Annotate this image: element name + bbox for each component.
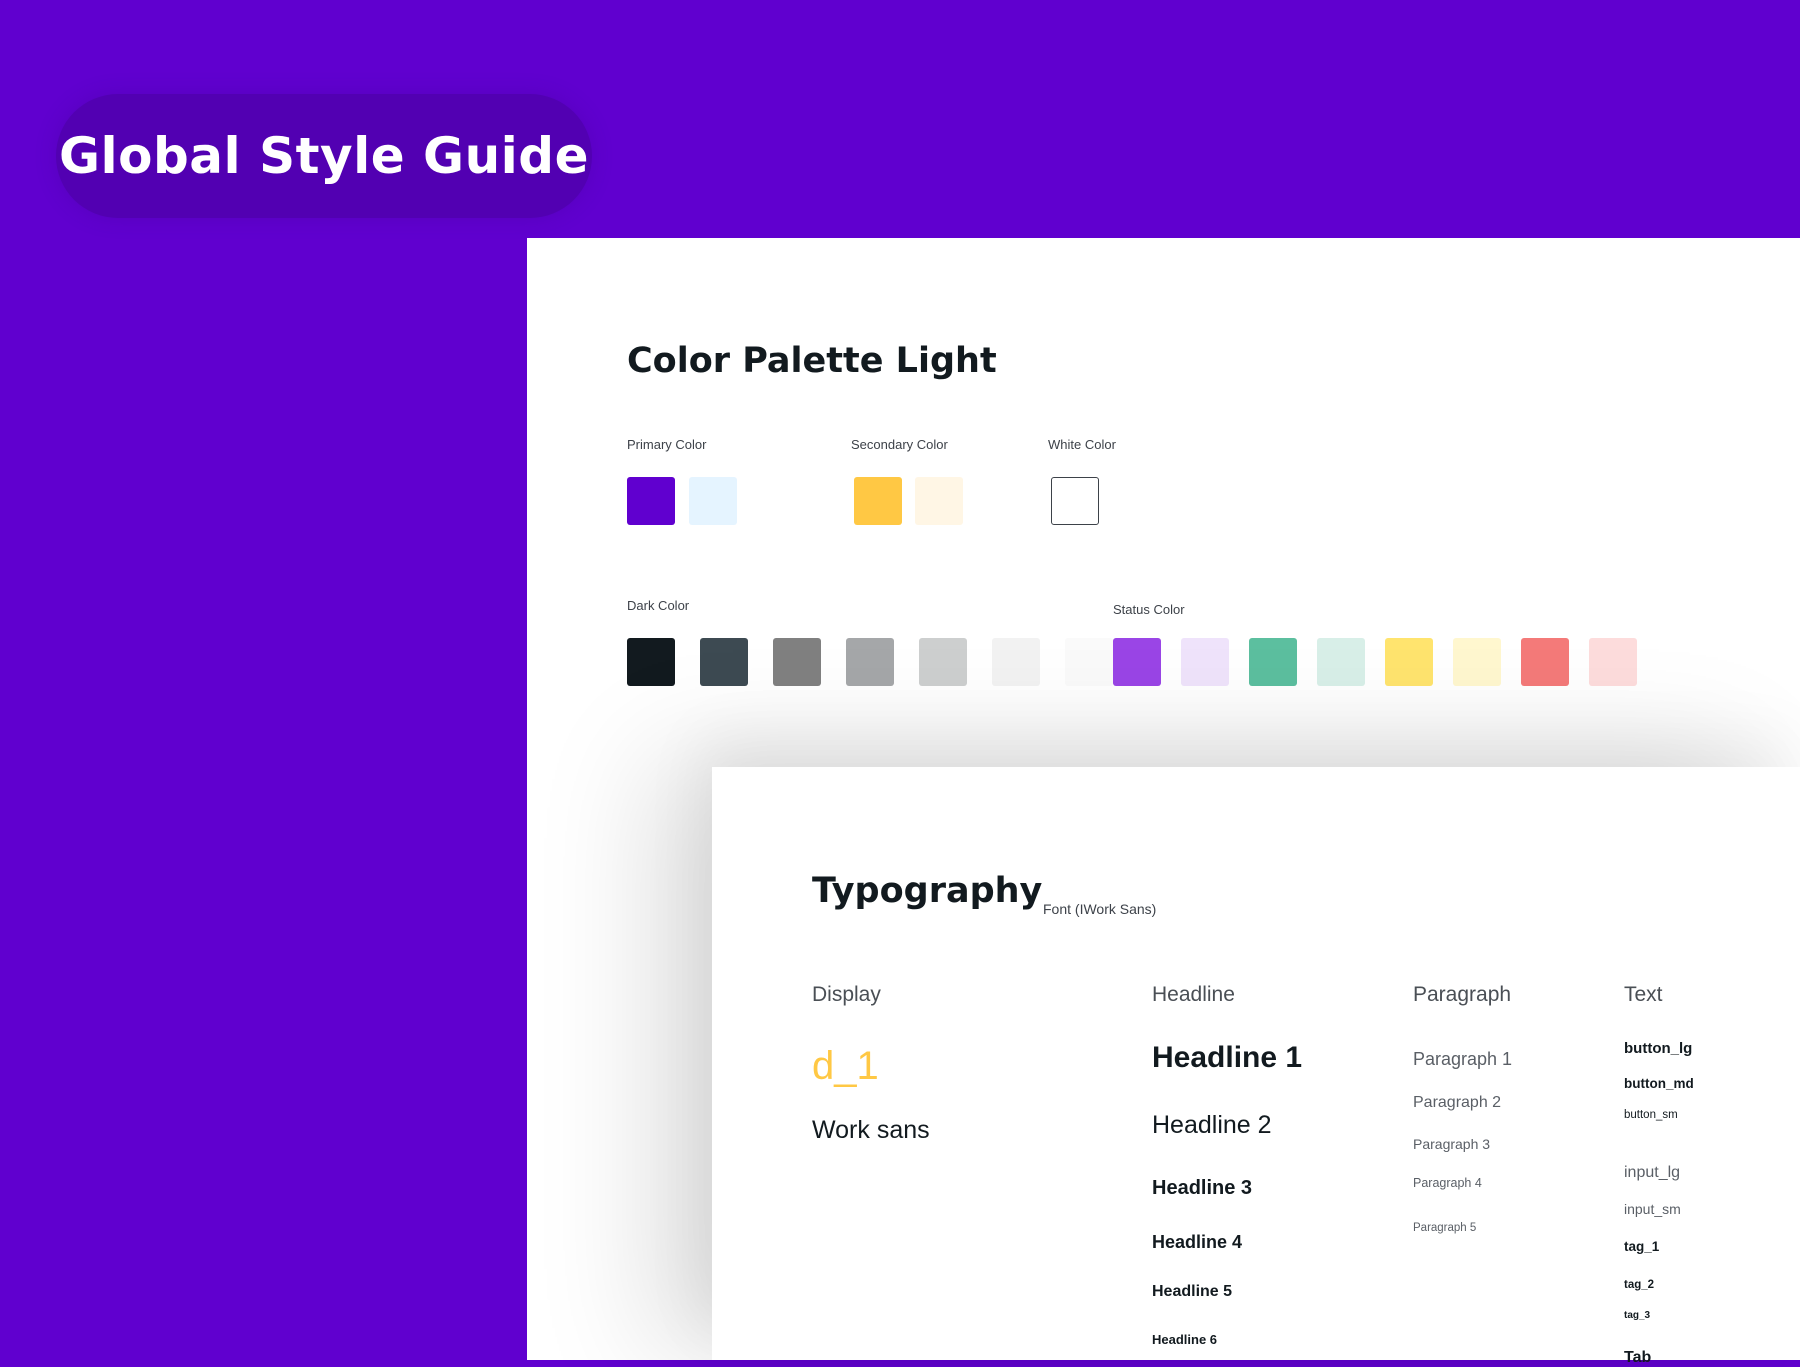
headline-6-sample: Headline 6 <box>1152 1332 1218 1347</box>
swatch-dark-5[interactable] <box>919 638 967 686</box>
swatch-secondary-1[interactable] <box>854 477 902 525</box>
paragraph-3-sample: Paragraph 3 <box>1413 1136 1491 1152</box>
text-heading: Text <box>1624 983 1663 1006</box>
text-button-md-sample: button_md <box>1624 1076 1694 1091</box>
swatch-status-4[interactable] <box>1317 638 1365 686</box>
headline-3-sample: Headline 3 <box>1152 1177 1253 1199</box>
headline-heading: Headline <box>1152 983 1235 1006</box>
hero-badge: Global Style Guide <box>56 94 592 218</box>
display-font-sample: Work sans <box>812 1116 930 1144</box>
text-button-sm-sample: button_sm <box>1624 1109 1678 1121</box>
headline-4-sample: Headline 4 <box>1152 1232 1243 1252</box>
paragraph-1-sample: Paragraph 1 <box>1413 1049 1513 1069</box>
font-note: Font (IWork Sans) <box>1043 901 1157 917</box>
dark-color-label: Dark Color <box>627 598 690 613</box>
swatch-primary-1[interactable] <box>627 477 675 525</box>
text-tag-2-sample: tag_2 <box>1624 1279 1655 1291</box>
secondary-color-label: Secondary Color <box>851 437 948 452</box>
display-heading: Display <box>812 983 881 1006</box>
swatch-secondary-2[interactable] <box>915 477 963 525</box>
swatch-dark-6[interactable] <box>992 638 1040 686</box>
swatch-dark-4[interactable] <box>846 638 894 686</box>
style-guide-canvas: { "hero": { "title": "Global Style Guide… <box>0 0 1800 1366</box>
text-input-sm-sample: input_sm <box>1624 1201 1681 1217</box>
paragraph-4-sample: Paragraph 4 <box>1413 1176 1482 1190</box>
text-tag-1-sample: tag_1 <box>1624 1239 1660 1254</box>
swatch-status-8[interactable] <box>1589 638 1637 686</box>
white-color-label: White Color <box>1048 437 1116 452</box>
swatch-status-2[interactable] <box>1181 638 1229 686</box>
swatch-dark-7[interactable] <box>1065 638 1113 686</box>
swatch-status-3[interactable] <box>1249 638 1297 686</box>
headline-1-sample: Headline 1 <box>1152 1041 1303 1074</box>
status-color-label: Status Color <box>1113 602 1185 617</box>
typography-card: Typography Font (IWork Sans) Display d_1… <box>712 767 1800 1366</box>
swatch-status-1[interactable] <box>1113 638 1161 686</box>
paragraph-2-sample: Paragraph 2 <box>1413 1094 1502 1111</box>
swatch-dark-1[interactable] <box>627 638 675 686</box>
headline-2-sample: Headline 2 <box>1152 1111 1272 1139</box>
headline-5-sample: Headline 5 <box>1152 1283 1233 1300</box>
color-palette-title: Color Palette Light <box>627 341 997 381</box>
text-tag-3-sample: tag_3 <box>1624 1310 1651 1321</box>
typography-title: Typography <box>812 871 1043 911</box>
swatch-white[interactable] <box>1051 477 1099 525</box>
hero-title: Global Style Guide <box>58 127 590 185</box>
primary-color-label: Primary Color <box>627 437 707 452</box>
swatch-status-7[interactable] <box>1521 638 1569 686</box>
display-d1-sample: d_1 <box>812 1044 879 1088</box>
text-tab-sample: Tab <box>1624 1349 1652 1366</box>
paragraph-5-sample: Paragraph 5 <box>1413 1222 1477 1234</box>
text-button-lg-sample: button_lg <box>1624 1040 1693 1057</box>
swatch-status-5[interactable] <box>1385 638 1433 686</box>
swatch-status-6[interactable] <box>1453 638 1501 686</box>
paragraph-heading: Paragraph <box>1413 983 1512 1006</box>
swatch-dark-3[interactable] <box>773 638 821 686</box>
swatch-dark-2[interactable] <box>700 638 748 686</box>
text-input-lg-sample: input_lg <box>1624 1164 1681 1181</box>
swatch-primary-2[interactable] <box>689 477 737 525</box>
